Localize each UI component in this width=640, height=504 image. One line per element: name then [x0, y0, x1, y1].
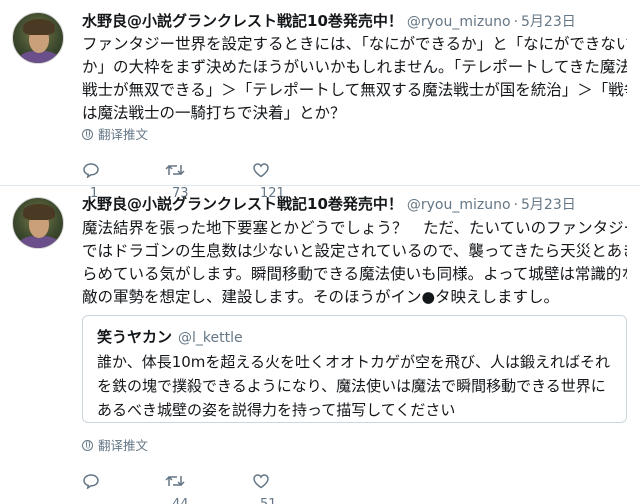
quoted-author: 笑うヤカン @l_kettle	[97, 326, 243, 347]
quoted-tweet[interactable]: 笑うヤカン @l_kettle 誰か、体長10mを超える火を吐くオオトカゲが空を飛…	[82, 315, 627, 423]
retweet-button[interactable]: 44	[164, 469, 189, 504]
avatar[interactable]	[12, 197, 64, 249]
quoted-text-line: あるべき城壁の姿を説得力を持って描写してください	[97, 401, 456, 419]
quoted-text: 誰か、体長10mを超える火を吐くオオトカゲが空を飛び、人は鍛えればそれ を鉄の塊…	[97, 350, 617, 422]
translate-link[interactable]: 翻译推文	[82, 437, 148, 455]
reply-button[interactable]	[82, 469, 108, 493]
reply-icon	[83, 162, 99, 179]
tweet-header: 水野良@小説グランクレスト戦記10巻発売中！ @ryou_mizuno · 5月23日	[82, 193, 576, 215]
quoted-author-name: 笑うヤカン	[97, 328, 173, 346]
translate-label: 翻译推文	[98, 127, 149, 142]
separator: ·	[513, 14, 519, 30]
like-button[interactable]: 51	[252, 469, 277, 504]
tweet-header: 水野良@小説グランクレスト戦記10巻発売中！ @ryou_mizuno · 5月23日	[82, 10, 576, 32]
tweet-text-line: 魔法結界を張った地下要塞とかどうでしょう？ ただ、たいていのファンタジー	[82, 219, 627, 237]
quoted-text-line: 誰か、体長10mを超える火を吐くオオトカゲが空を飛び、人は鍛えればそれ	[97, 353, 610, 371]
translate-link[interactable]: 翻译推文	[82, 126, 148, 144]
tweet-time[interactable]: 5月23日	[521, 197, 576, 213]
avatar[interactable]	[12, 12, 64, 64]
tweet-text-line: ファンタジー世界を設定するときには、「なにができるか」と「なにができない	[82, 35, 627, 53]
retweet-button[interactable]: 73	[164, 158, 189, 201]
retweet-icon	[165, 475, 185, 486]
globe-icon	[82, 440, 93, 451]
tweet-text-line: らめている気がします。瞬間移動できる魔法使いも同様。よって城壁は常識的な	[82, 265, 627, 283]
tweet-text-line: か」の大枠をまず決めたほうがいいかもしれません。「テレポートしてきた魔法	[82, 58, 627, 76]
retweet-count: 44	[172, 497, 189, 504]
retweet-icon	[165, 164, 185, 175]
tweet-text-line: 敵の軍勢を想定し、建設します。そのほうがイン●タ映えしますし。	[82, 288, 559, 306]
tweet-text-line: 戦士が無双できる」＞「テレポートして無双する魔法戦士が国を統治」＞「戦争	[82, 81, 627, 99]
author-name[interactable]: 水野良@小説グランクレスト戦記10巻発売中！	[82, 195, 403, 213]
tweet-2[interactable]: 水野良@小説グランクレスト戦記10巻発売中！ @ryou_mizuno · 5月23日…	[0, 187, 640, 504]
tweet-time[interactable]: 5月23日	[521, 14, 576, 30]
quoted-text-line: を鉄の塊で撲殺できるようになり、魔法使いは魔法で瞬間移動できる世界に	[97, 377, 606, 395]
like-icon	[253, 473, 269, 488]
reply-button[interactable]: 1	[82, 158, 100, 201]
translate-label: 翻译推文	[98, 438, 149, 453]
quoted-author-handle: @l_kettle	[178, 330, 243, 346]
tweet-text: 魔法結界を張った地下要塞とかどうでしょう？ ただ、たいていのファンタジー ではド…	[82, 217, 627, 309]
like-button[interactable]: 121	[252, 158, 285, 201]
author-handle[interactable]: @ryou_mizuno	[407, 197, 511, 213]
author-name[interactable]: 水野良@小説グランクレスト戦記10巻発売中！	[82, 12, 403, 30]
like-icon	[253, 162, 269, 177]
reply-icon	[83, 474, 99, 490]
author-handle[interactable]: @ryou_mizuno	[407, 14, 511, 30]
like-count: 51	[260, 497, 277, 504]
tweet-text-line: は魔法戦士の一騎打ちで決着」とか？	[82, 104, 346, 122]
tweet-1[interactable]: 水野良@小説グランクレスト戦記10巻発売中！ @ryou_mizuno · 5月23日…	[0, 0, 640, 201]
tweet-text: ファンタジー世界を設定するときには、「なにができるか」と「なにができない か」の…	[82, 33, 627, 125]
tweet-text-line: ではドラゴンの生息数は少ないと設定されているので、襲ってきたら天災とあき	[82, 242, 627, 260]
globe-icon	[82, 129, 93, 140]
separator: ·	[513, 197, 519, 213]
